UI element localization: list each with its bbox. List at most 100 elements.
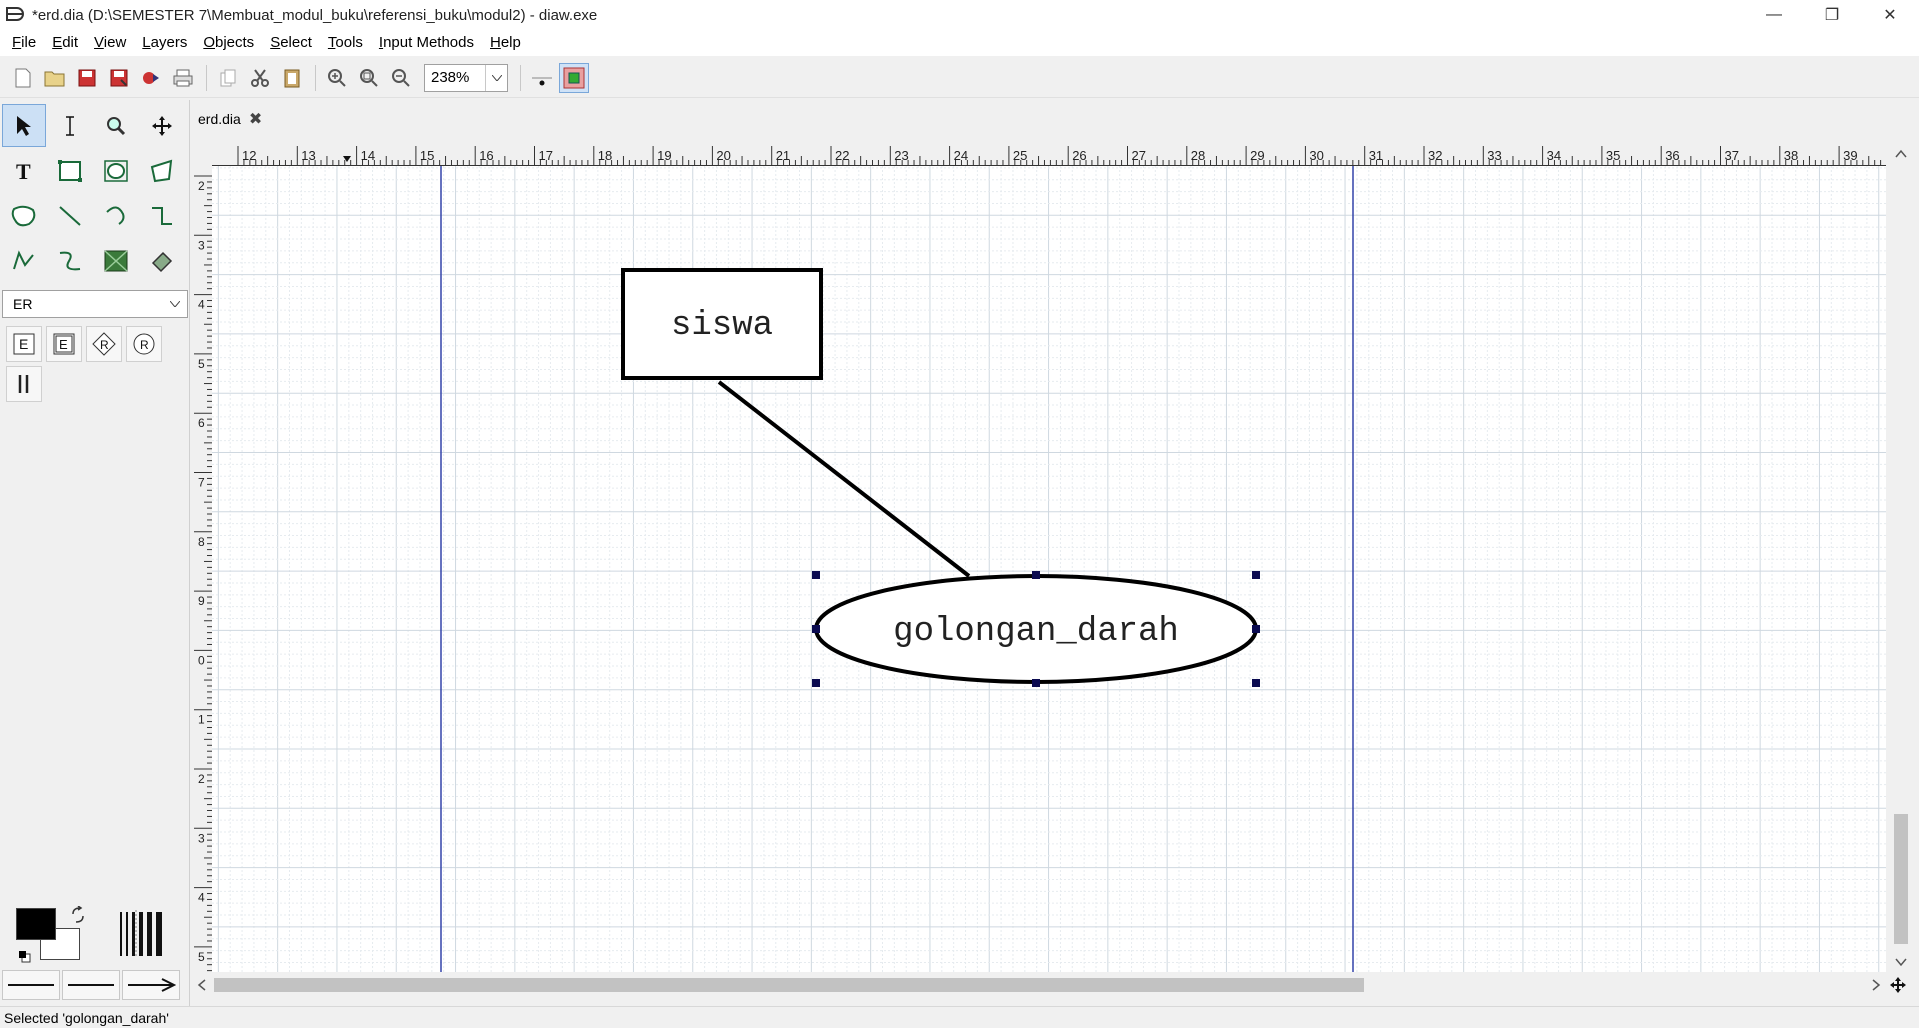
toolbar-separator	[315, 64, 316, 91]
export-button[interactable]	[136, 63, 166, 93]
chevron-down-icon[interactable]	[485, 64, 507, 91]
entity-icon: E	[13, 333, 35, 355]
menu-input-methods[interactable]: Input Methods	[371, 30, 482, 56]
menu-objects[interactable]: Objects	[195, 30, 262, 56]
ruler-label: 5	[198, 950, 205, 964]
er-relationship-tool[interactable]: R	[86, 326, 122, 362]
bezierline-tool[interactable]	[48, 239, 92, 282]
ruler-label: 8	[198, 535, 205, 549]
zoom-fit-icon	[360, 68, 378, 87]
new-file-button[interactable]	[8, 63, 38, 93]
polyline-tool[interactable]	[2, 239, 46, 282]
arrow-end-icon	[128, 978, 176, 992]
line-style-selector[interactable]	[62, 970, 120, 1000]
arc-tool[interactable]	[94, 194, 138, 237]
line-tool[interactable]	[48, 194, 92, 237]
zoom-level-combo[interactable]: 238%	[424, 63, 508, 92]
diagram-canvas[interactable]: siswa golongan_darah	[212, 166, 1886, 972]
magnify-tool[interactable]	[94, 104, 138, 147]
pointer-arrow-icon	[17, 115, 31, 136]
color-selector[interactable]	[10, 906, 90, 968]
open-folder-icon	[44, 71, 65, 86]
zoom-level-value: 238%	[431, 69, 470, 86]
text-cursor-icon	[66, 115, 74, 136]
restore-button[interactable]: ❐	[1803, 0, 1861, 30]
zigzag-line-tool[interactable]	[140, 194, 184, 237]
save-button[interactable]	[72, 63, 102, 93]
save-icon	[78, 69, 96, 86]
horizontal-scrollbar[interactable]	[192, 974, 1906, 996]
er-connection-line[interactable]	[717, 380, 971, 578]
tab-erd-dia[interactable]: erd.dia ✖	[192, 104, 269, 134]
vertical-ruler: 2 3 4 5 6 7 8 9 0 1 2 3 4 5	[192, 166, 212, 972]
scroll-right-icon[interactable]	[1868, 974, 1884, 996]
er-participation-tool[interactable]	[6, 366, 42, 402]
zoom-in-button[interactable]	[322, 63, 352, 93]
er-weak-entity-tool[interactable]: E	[46, 326, 82, 362]
open-file-button[interactable]	[40, 63, 70, 93]
default-colors-icon[interactable]	[18, 950, 32, 964]
snap-grid-icon	[532, 77, 552, 85]
attribute-golongan-darah[interactable]: golongan_darah	[814, 574, 1258, 684]
er-entity-tool[interactable]: E	[6, 326, 42, 362]
snap-to-grid-button[interactable]	[527, 63, 557, 93]
menu-tools[interactable]: Tools	[320, 30, 371, 56]
document-tabs: erd.dia ✖	[192, 104, 269, 134]
save-as-button[interactable]	[104, 63, 134, 93]
close-tab-icon[interactable]: ✖	[249, 109, 262, 129]
end-arrow-selector[interactable]	[122, 970, 180, 1000]
paste-button[interactable]	[277, 63, 307, 93]
menu-view[interactable]: View	[86, 30, 134, 56]
beziergon-tool[interactable]	[2, 194, 46, 237]
ellipse-tool[interactable]	[94, 149, 138, 192]
box-tool[interactable]	[48, 149, 92, 192]
diagram-objects: siswa golongan_darah	[440, 166, 1354, 972]
text-tool[interactable]: T	[2, 149, 46, 192]
copy-button[interactable]	[213, 63, 243, 93]
outline-tool[interactable]	[140, 239, 184, 282]
plain-line-start-icon	[8, 984, 54, 986]
zigzag-line-icon	[152, 206, 172, 225]
image-tool[interactable]	[94, 239, 138, 282]
minimize-button[interactable]: —	[1745, 0, 1803, 30]
entity-siswa[interactable]: siswa	[621, 268, 823, 380]
participation-icon	[18, 375, 29, 393]
line-width-selector[interactable]	[116, 908, 168, 960]
swap-colors-icon[interactable]	[70, 906, 86, 924]
text-edit-tool[interactable]	[48, 104, 92, 147]
polygon-tool[interactable]	[140, 149, 184, 192]
er-attribute-tool[interactable]: R	[126, 326, 162, 362]
menu-select[interactable]: Select	[262, 30, 320, 56]
zoom-out-button[interactable]	[386, 63, 416, 93]
menu-edit[interactable]: Edit	[44, 30, 86, 56]
start-arrow-selector[interactable]	[2, 970, 60, 1000]
vertical-scrollbar[interactable]	[1888, 142, 1914, 972]
polyline-icon	[13, 249, 34, 269]
cut-button[interactable]	[245, 63, 275, 93]
ruler-label: 2	[198, 179, 205, 193]
vertical-scroll-thumb[interactable]	[1894, 814, 1908, 944]
zoom-fit-button[interactable]	[354, 63, 384, 93]
scroll-tool[interactable]	[140, 104, 184, 147]
close-window-button[interactable]: ✕	[1861, 0, 1919, 30]
modify-tool[interactable]	[2, 104, 46, 147]
scroll-left-icon[interactable]	[194, 974, 210, 996]
ruler-label: 2	[198, 772, 205, 786]
scroll-up-icon[interactable]	[1888, 146, 1914, 162]
tool-grid: T	[2, 104, 186, 284]
ruler-label: 5	[198, 357, 205, 371]
menu-help[interactable]: Help	[482, 30, 529, 56]
chevron-down-icon[interactable]	[163, 301, 187, 307]
svg-text:R: R	[100, 338, 109, 352]
object-snap-button[interactable]	[559, 62, 589, 93]
foreground-color-swatch[interactable]	[16, 908, 56, 940]
line-style-selectors	[2, 970, 182, 1000]
scroll-down-icon[interactable]	[1888, 954, 1914, 970]
horizontal-scroll-thumb[interactable]	[214, 978, 1364, 992]
solid-line-icon	[68, 984, 114, 986]
menu-layers[interactable]: Layers	[134, 30, 195, 56]
sheet-selector[interactable]: ER	[2, 290, 188, 318]
navigation-icon[interactable]	[1889, 976, 1907, 994]
menu-file[interactable]: File	[4, 30, 44, 56]
print-button[interactable]	[168, 63, 198, 93]
